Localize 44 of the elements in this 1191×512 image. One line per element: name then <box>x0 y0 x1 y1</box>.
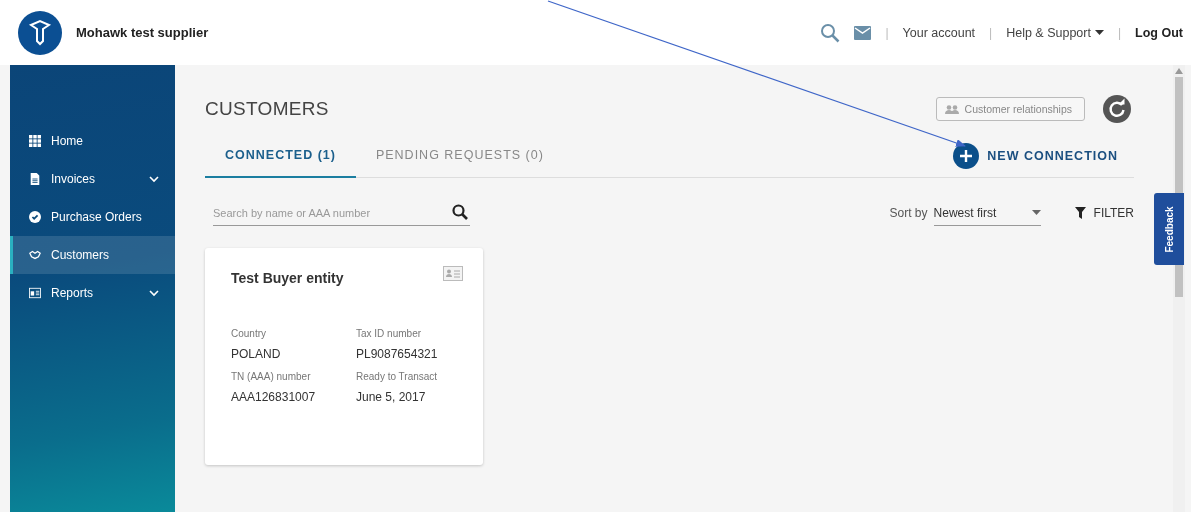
separator: | <box>989 25 993 40</box>
logo-icon[interactable] <box>18 10 62 55</box>
check-circle-icon <box>29 211 41 223</box>
caret-icon <box>1031 210 1041 215</box>
sidebar-item[interactable]: Home <box>10 122 175 160</box>
field-value: POLAND <box>231 347 282 361</box>
document-icon <box>29 173 41 185</box>
field-label: Ready to Transact <box>356 371 439 382</box>
sidebar-item[interactable]: Purchase Orders <box>10 198 175 236</box>
report-icon <box>29 287 41 299</box>
help-menu[interactable]: Help & Support <box>1006 25 1104 40</box>
field-value: PL9087654321 <box>356 347 439 361</box>
new-connection-button[interactable]: NEW CONNECTION <box>953 143 1120 177</box>
grid-icon <box>29 135 41 147</box>
field-label: Tax ID number <box>356 328 423 339</box>
tab[interactable]: CONNECTED (1) <box>205 148 356 178</box>
mail-icon[interactable] <box>854 25 872 40</box>
refresh-icon[interactable] <box>1103 95 1131 123</box>
sidebar-item[interactable]: Reports <box>10 274 175 312</box>
separator: | <box>885 25 889 40</box>
company-name: Mohawk test supplier <box>76 25 209 40</box>
search-icon[interactable] <box>452 204 468 220</box>
sort-dropdown[interactable]: Newest first <box>933 200 1041 226</box>
logout-link[interactable]: Log Out <box>1135 25 1183 40</box>
filter-icon <box>1074 207 1086 219</box>
field-value: June 5, 2017 <box>356 390 427 404</box>
account-link[interactable]: Your account <box>902 25 976 40</box>
field-label: Country <box>231 328 267 339</box>
field-label: TN (AAA) number <box>231 371 312 382</box>
page-title: CUSTOMERS <box>205 98 330 120</box>
separator: | <box>1117 25 1122 40</box>
sidebar-item[interactable]: Invoices <box>10 160 175 198</box>
sort-label: Sort by <box>889 206 928 220</box>
caret-icon <box>1094 30 1104 35</box>
people-icon <box>944 104 959 114</box>
search-field[interactable]: Search by name or AAA number <box>213 200 470 226</box>
sidebar-item[interactable]: Customers <box>10 236 175 274</box>
plus-icon <box>953 143 980 169</box>
feedback-tab[interactable]: Feedback <box>1154 193 1184 265</box>
field-value: AAA126831007 <box>231 390 317 404</box>
customer-relationships-button[interactable]: Customer relationships <box>935 97 1085 121</box>
filter-button[interactable]: FILTER <box>1074 206 1134 220</box>
card-title: Test Buyer entity <box>231 270 344 286</box>
customer-card[interactable]: Test Buyer entity Country POLAND Tax ID number PL9087654321 TN (AAA) number AAA126831007 Ready to Transact June 5, 2017 <box>205 248 483 465</box>
